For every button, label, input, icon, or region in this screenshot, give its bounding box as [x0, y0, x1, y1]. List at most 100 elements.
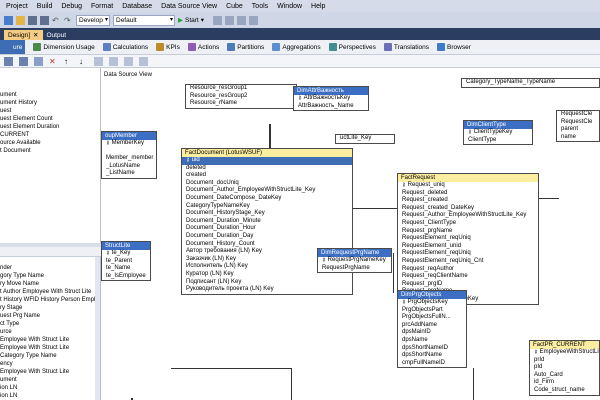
- save-icon[interactable]: [28, 15, 37, 25]
- table-column[interactable]: AttrВажностьKey: [294, 95, 368, 103]
- table-dimrequestprg[interactable]: DimRequestPrgNameRequestPrgNameKeyReques…: [317, 248, 392, 274]
- tree-item[interactable]: uest Prg Name: [0, 313, 40, 319]
- show-grid-icon[interactable]: [94, 56, 103, 66]
- menu-item-format[interactable]: Format: [91, 3, 113, 10]
- close-icon[interactable]: ✕: [33, 31, 38, 39]
- tree-item[interactable]: uest: [0, 108, 11, 114]
- table-column[interactable]: ClientType: [464, 137, 532, 145]
- table-column[interactable]: Руководитель проекта (LN) Key: [182, 286, 352, 294]
- tree-item[interactable]: ument History: [0, 100, 37, 106]
- tab-partitions[interactable]: Partitions: [227, 43, 264, 51]
- filter-icon[interactable]: [139, 56, 148, 66]
- table-column[interactable]: Document_Author_EmployeeWithStructLite_K…: [182, 187, 352, 195]
- table-column[interactable]: id_Firm: [530, 379, 599, 387]
- tree-item[interactable]: Category Type Name: [0, 353, 57, 359]
- table-column[interactable]: RequestElement_reqUniq: [398, 235, 538, 243]
- refresh-icon[interactable]: [124, 56, 133, 66]
- table-header[interactable]: FactRequest: [398, 174, 538, 182]
- redo-icon[interactable]: ↷: [64, 16, 73, 25]
- tree-item[interactable]: t Author Employee With Struct Lite: [0, 289, 91, 295]
- table-column[interactable]: dpsMainID: [398, 329, 466, 337]
- delete-icon[interactable]: ✕: [49, 57, 58, 66]
- table-column[interactable]: dpsShortName: [398, 352, 466, 360]
- relationship-line[interactable]: [539, 198, 559, 199]
- table-column[interactable]: RequestElement_reqUniq_Cnt: [398, 258, 538, 266]
- table-header[interactable]: StructLite: [102, 242, 150, 250]
- tree-item[interactable]: t History WFID History Person Emplo: [0, 297, 99, 303]
- table-column[interactable]: MemberKey: [102, 140, 156, 148]
- sort-down-icon[interactable]: ↓: [79, 57, 88, 66]
- table-groupmember[interactable]: oupMemberMemberKey Member_member_LotusNam…: [101, 131, 157, 179]
- table-column[interactable]: Request_prgName: [398, 228, 538, 236]
- relationship-line[interactable]: [171, 368, 291, 369]
- table-dimclienttype[interactable]: DimClientTypeClientTypeKeyClientType: [463, 120, 533, 146]
- table-column[interactable]: uid: [182, 157, 352, 165]
- tree-item[interactable]: ry Move Name: [0, 281, 39, 287]
- tab-design[interactable]: Design] ✕: [4, 30, 43, 40]
- open-icon[interactable]: [16, 15, 25, 25]
- table-column[interactable]: Auto_Card: [530, 372, 599, 380]
- find-icon[interactable]: [225, 15, 234, 25]
- tree-item[interactable]: ct Type: [0, 321, 19, 327]
- table-column[interactable]: Document_docUniq: [182, 180, 352, 188]
- data-source-view-diagram[interactable]: Data Source View Resource_resGroup1 Resou…: [101, 68, 600, 400]
- table-column[interactable]: _LotusName: [102, 163, 156, 171]
- tree-item[interactable]: uest Element Count: [0, 116, 53, 122]
- table-header[interactable]: DimPrgObjects: [398, 291, 466, 299]
- tree-item[interactable]: gory Type Name: [0, 273, 44, 279]
- new-dimension-icon[interactable]: [34, 56, 43, 66]
- tree-item[interactable]: ument: [0, 92, 17, 98]
- tree-item[interactable]: ry Stage: [0, 305, 22, 311]
- tree-item[interactable]: t Document: [0, 148, 31, 154]
- table-column[interactable]: Request_Author_EmployeeWithStructLite_Ke…: [398, 212, 538, 220]
- tree-item[interactable]: Employee With Struct Lite: [0, 369, 69, 375]
- table-column[interactable]: deleted: [182, 165, 352, 173]
- table-column[interactable]: [102, 148, 156, 156]
- table-column[interactable]: RequestPrgNameKey: [318, 257, 391, 265]
- table-column[interactable]: prcAddName: [398, 322, 466, 330]
- table-column[interactable]: AttrВажность_Name: [294, 103, 368, 111]
- tab-browser[interactable]: Browser: [437, 43, 471, 51]
- table-header[interactable]: DimRequestPrgName: [318, 249, 391, 257]
- table-column[interactable]: EmployeeWithStructLite: [530, 349, 599, 357]
- tree-item[interactable]: ource Available: [0, 140, 41, 146]
- table-column[interactable]: Code_struct_name: [530, 387, 599, 395]
- tab-translations[interactable]: Translations: [383, 43, 429, 51]
- table-column[interactable]: Document_Duration_Minute: [182, 218, 352, 226]
- table-column[interactable]: _ListName: [102, 170, 156, 178]
- table-header[interactable]: DimAttrВажность: [294, 87, 368, 95]
- table-header[interactable]: FactPR_CURRENT: [530, 341, 599, 349]
- tab-ure[interactable]: ure: [0, 40, 26, 54]
- table-column[interactable]: Member_member: [102, 155, 156, 163]
- table-column[interactable]: Request_created: [398, 197, 538, 205]
- table-column[interactable]: PrgObjectsKey: [398, 299, 466, 307]
- tree-item[interactable]: urce: [0, 329, 12, 335]
- relationship-line[interactable]: [291, 368, 292, 400]
- menu-item-window[interactable]: Window: [277, 3, 302, 10]
- relationship-line[interactable]: [393, 253, 394, 293]
- table-column[interactable]: RequestCle: [557, 119, 599, 127]
- table-column[interactable]: Request_deleted: [398, 190, 538, 198]
- table-dimprgobjects[interactable]: DimPrgObjectsPrgObjectsKeyPrgObjectsPart…: [397, 290, 467, 369]
- table-column[interactable]: dpsShortNameID: [398, 345, 466, 353]
- tree-item[interactable]: ion LN: [0, 385, 17, 391]
- sort-up-icon[interactable]: ↑: [64, 57, 73, 66]
- table-column[interactable]: te_Key: [102, 250, 150, 258]
- table-header[interactable]: FactDocument (LotusWSUF): [182, 149, 352, 157]
- menu-item-cube[interactable]: Cube: [226, 3, 243, 10]
- save-all-icon[interactable]: [40, 15, 49, 25]
- table-column[interactable]: uctLite_Key: [336, 135, 394, 143]
- relationship-line[interactable]: [353, 208, 397, 209]
- tree-item[interactable]: Employee With Struct Lite: [0, 345, 69, 351]
- table-column[interactable]: te_Name: [102, 265, 150, 273]
- table-factrequest[interactable]: FactRequestRequest_uniqRequest_deletedRe…: [397, 173, 539, 305]
- menu-item-tools[interactable]: Tools: [252, 3, 268, 10]
- table-dimattr[interactable]: DimAttrВажностьAttrВажностьKeyAttrВажнос…: [293, 86, 369, 112]
- table-column[interactable]: ClientTypeKey: [464, 129, 532, 137]
- new-project-icon[interactable]: [4, 15, 13, 25]
- table-column[interactable]: Resource_resGroup1: [186, 85, 296, 93]
- table-column[interactable]: Request_reqClientName: [398, 273, 538, 281]
- tab-dimension-usage[interactable]: Dimension Usage: [33, 43, 95, 51]
- new-measure-group-icon[interactable]: [19, 56, 28, 66]
- zoom-icon[interactable]: [109, 56, 118, 66]
